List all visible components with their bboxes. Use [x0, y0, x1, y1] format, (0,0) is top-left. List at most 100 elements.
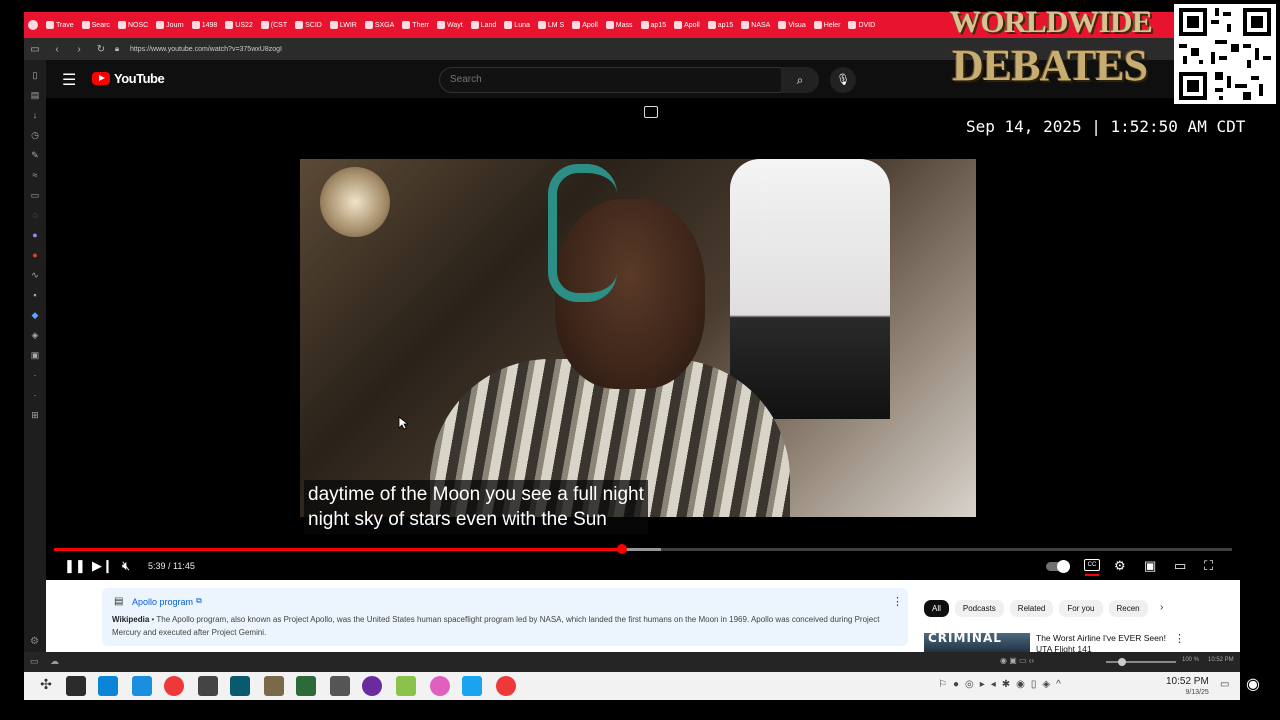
theater-mode-icon[interactable]: ▭ — [1174, 558, 1186, 574]
search-input[interactable] — [440, 68, 780, 91]
info-panel-title[interactable]: Apollo program — [132, 597, 193, 607]
recommended-more-icon[interactable]: ⋮ — [1174, 632, 1185, 645]
taskbar-app-icon-1[interactable] — [66, 676, 86, 696]
status-icons[interactable]: ◉ ▣ ▭ ‹› — [1000, 656, 1034, 665]
miniplayer-button-icon[interactable]: ▣ — [1144, 558, 1156, 574]
chat-icon[interactable]: ◌ — [28, 208, 42, 222]
chip-recen[interactable]: Recen — [1108, 600, 1148, 617]
bookmarks-icon[interactable]: ▯ — [28, 68, 42, 82]
show-desktop-icon[interactable]: ▭ — [1220, 679, 1229, 690]
vivaldi-taskbar-icon-2[interactable] — [496, 676, 516, 696]
vivaldi-menu-icon[interactable] — [24, 14, 42, 36]
search-button[interactable]: ⌕ — [781, 67, 819, 93]
browser-tab[interactable]: LM S — [534, 14, 568, 36]
panel-toggle-icon[interactable]: ▭ — [24, 44, 46, 55]
zoom-slider[interactable] — [1106, 658, 1176, 666]
browser-tab[interactable]: Wayt — [433, 14, 467, 36]
progress-bar[interactable] — [54, 544, 1232, 554]
translate-icon[interactable]: ≈ — [28, 168, 42, 182]
chip-all[interactable]: All — [924, 600, 949, 617]
system-tray-icons[interactable]: ⚐●◎▸◂✱◉▯◈^ — [938, 679, 1067, 690]
taskbar-app-icon-7[interactable] — [362, 676, 382, 696]
browser-tab[interactable]: NOSC — [114, 14, 152, 36]
browser-tab[interactable]: ap15 — [704, 14, 738, 36]
external-link-icon[interactable]: ⧉ — [196, 596, 202, 606]
browser-tab[interactable]: Therr — [398, 14, 433, 36]
store-icon[interactable] — [98, 676, 118, 696]
taskbar-app-icon-2[interactable] — [198, 676, 218, 696]
zoom-level[interactable]: 100 % — [1182, 657, 1199, 663]
taskbar-app-icon-9[interactable] — [430, 676, 450, 696]
taskbar-app-icon-8[interactable] — [396, 676, 416, 696]
video-frame[interactable] — [300, 159, 976, 517]
browser-tab[interactable]: DVID — [844, 14, 879, 36]
youtube-logo[interactable]: YouTube — [92, 71, 165, 86]
reload-icon[interactable]: ↻ — [90, 44, 112, 55]
voice-search-button[interactable]: 🎙︎ — [830, 67, 856, 93]
mute-icon[interactable]: 🔇︎ — [122, 558, 130, 574]
settings-gear-icon[interactable]: ⚙ — [1114, 558, 1126, 574]
browser-tab[interactable]: ap15 — [637, 14, 671, 36]
add-panel-icon[interactable]: ⊞ — [28, 408, 42, 422]
autoplay-toggle[interactable] — [1046, 560, 1070, 573]
url-text[interactable]: https://www.youtube.com/watch?v=375wxU8z… — [130, 46, 282, 53]
taskbar-app-icon-5[interactable] — [296, 676, 316, 696]
miniplayer-icon[interactable] — [644, 106, 658, 118]
browser-tab[interactable]: NASA — [737, 14, 774, 36]
cloud-sync-icon[interactable]: ☁ — [50, 656, 59, 667]
forward-icon[interactable]: › — [68, 44, 90, 55]
panel-toggle-icon[interactable]: ▭ — [30, 656, 39, 667]
browser-tab[interactable]: US22 — [221, 14, 257, 36]
chip-related[interactable]: Related — [1009, 600, 1054, 617]
progress-scrubber-handle[interactable] — [616, 544, 627, 554]
vivaldi-taskbar-icon[interactable] — [164, 676, 184, 696]
web-panel-icon-4[interactable]: ▣ — [28, 348, 42, 362]
zoom-slider-handle[interactable] — [1118, 658, 1126, 666]
video-player[interactable]: daytime of the Moon you see a full night… — [46, 98, 1240, 580]
next-icon[interactable]: ▶❙ — [92, 558, 113, 574]
start-menu-icon[interactable]: ✣ — [36, 676, 56, 696]
taskbar-clock[interactable]: 10:52 PM 9/13/25 — [1166, 676, 1209, 698]
taskbar-app-icon-4[interactable] — [264, 676, 284, 696]
more-options-icon[interactable]: ⋮ — [892, 595, 903, 608]
chip-for-you[interactable]: For you — [1059, 600, 1103, 617]
taskbar-app-icon-10[interactable] — [462, 676, 482, 696]
vivaldi-icon[interactable]: ● — [28, 248, 42, 262]
browser-tab[interactable]: Visua — [774, 14, 809, 36]
taskbar-app-icon-6[interactable] — [330, 676, 350, 696]
taskbar-app-icon-3[interactable] — [230, 676, 250, 696]
browser-tab[interactable]: 1498 — [188, 14, 222, 36]
shield-icon[interactable]: ◈ — [28, 328, 42, 342]
chip-podcasts[interactable]: Podcasts — [954, 600, 1004, 617]
history-icon[interactable]: ◷ — [28, 128, 42, 142]
file-explorer-icon[interactable] — [132, 676, 152, 696]
web-panel-icon-5[interactable]: · — [28, 368, 42, 382]
browser-tab[interactable]: LWIR — [326, 14, 361, 36]
pause-icon[interactable]: ❚❚ — [64, 558, 86, 574]
recommended-video[interactable]: CRIMINAL The Worst Airline I've EVER See… — [924, 632, 1224, 654]
chips-next-icon[interactable]: › — [1160, 602, 1163, 613]
info-panel-source[interactable]: Wikipedia — [112, 615, 149, 624]
window-icon[interactable]: ▭ — [28, 188, 42, 202]
hamburger-menu-icon[interactable]: ☰ — [62, 70, 76, 90]
web-panel-icon-6[interactable]: · — [28, 388, 42, 402]
browser-tab[interactable]: SCID — [291, 14, 326, 36]
browser-tab[interactable]: (CST — [257, 14, 291, 36]
downloads-icon[interactable]: ↓ — [28, 108, 42, 122]
browser-tab[interactable]: Heler — [810, 14, 845, 36]
browser-tab[interactable]: Luna — [500, 14, 534, 36]
browser-settings-icon[interactable]: ⚙ — [30, 636, 39, 647]
web-panel-icon[interactable]: ∿ — [28, 268, 42, 282]
browser-tab[interactable]: Mass — [602, 14, 637, 36]
back-icon[interactable]: ‹ — [46, 44, 68, 55]
browser-tab[interactable]: SXGA — [361, 14, 398, 36]
mastodon-icon[interactable]: ● — [28, 228, 42, 242]
notes-icon[interactable]: ✎ — [28, 148, 42, 162]
web-panel-icon-2[interactable]: ▪ — [28, 288, 42, 302]
subtitles-icon[interactable]: CC — [1084, 559, 1100, 576]
browser-tab[interactable]: Journ — [152, 14, 188, 36]
browser-tab[interactable]: Apoll — [670, 14, 704, 36]
recommended-thumbnail[interactable]: CRIMINAL — [924, 633, 1030, 653]
browser-tab[interactable]: Apoll — [568, 14, 602, 36]
browser-tab[interactable]: Searc — [78, 14, 114, 36]
